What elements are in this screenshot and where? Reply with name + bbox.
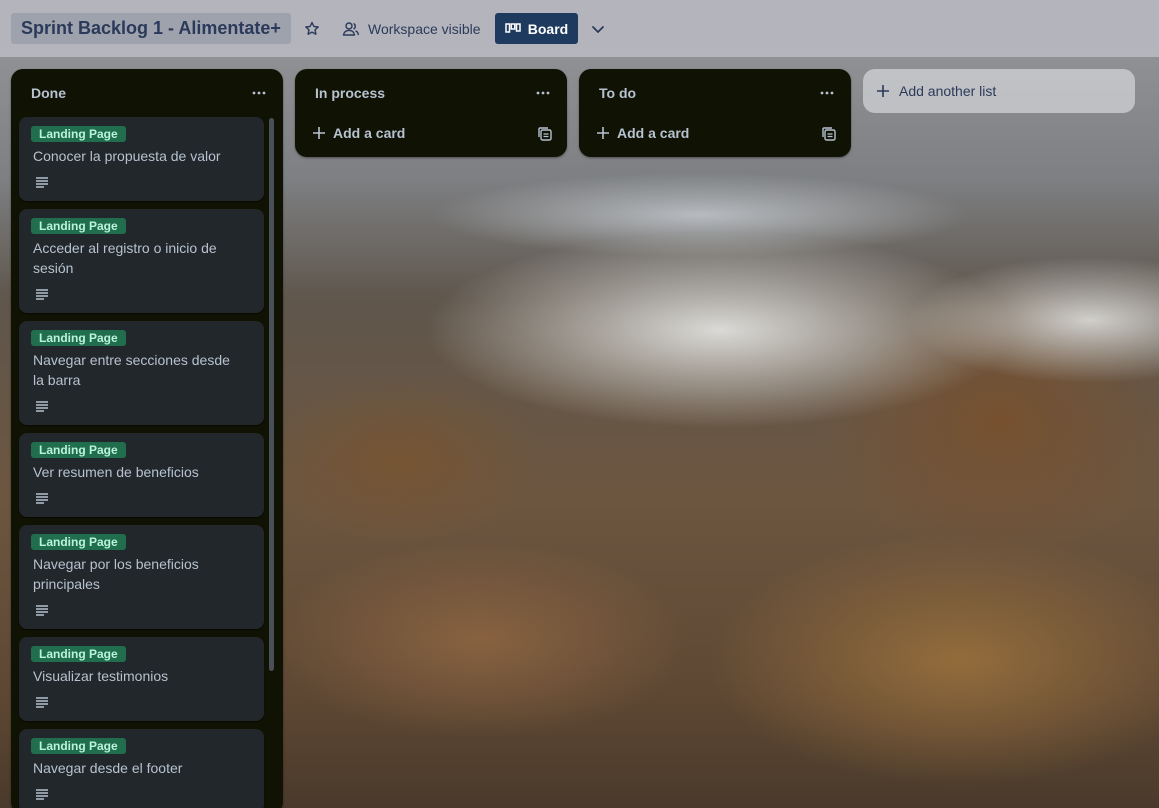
- add-card-label: Add a card: [617, 125, 690, 141]
- card[interactable]: Landing Page Visualizar testimonios: [19, 637, 264, 721]
- description-icon: [36, 289, 48, 300]
- description-icon: [36, 789, 48, 800]
- card-label[interactable]: Landing Page: [31, 442, 126, 458]
- card-title: Navegar por los beneficios principales: [33, 556, 199, 592]
- list-done: Done Landing Page Conocer la propuesta d…: [11, 69, 283, 808]
- card-label[interactable]: Landing Page: [31, 534, 126, 550]
- chevron-down-icon: [592, 26, 604, 33]
- add-card-label: Add a card: [333, 125, 406, 141]
- list-menu-button[interactable]: [817, 83, 837, 103]
- more-horizontal-icon: [536, 91, 550, 95]
- plus-icon: [597, 127, 609, 139]
- add-list-label: Add another list: [899, 83, 997, 99]
- visibility-button[interactable]: Workspace visible: [336, 14, 487, 44]
- card[interactable]: Landing Page Conocer la propuesta de val…: [19, 117, 264, 201]
- card[interactable]: Landing Page Navegar entre secciones des…: [19, 321, 264, 425]
- more-horizontal-icon: [252, 91, 266, 95]
- list-title[interactable]: Done: [31, 85, 66, 101]
- add-card-button[interactable]: Add a card: [303, 119, 559, 147]
- description-icon: [36, 177, 48, 188]
- card-label[interactable]: Landing Page: [31, 126, 126, 142]
- list-header[interactable]: Done: [11, 69, 283, 117]
- list-title[interactable]: To do: [599, 85, 636, 101]
- board-view-label: Board: [527, 20, 569, 37]
- star-icon: [305, 21, 319, 35]
- card-title: Ver resumen de beneficios: [33, 464, 199, 480]
- description-icon: [36, 493, 48, 504]
- board-title[interactable]: Sprint Backlog 1 - Alimentate+: [11, 13, 291, 44]
- card-template-icon[interactable]: [821, 126, 837, 142]
- card-title: Conocer la propuesta de valor: [33, 148, 221, 164]
- card-title: Navegar entre secciones desde la barra: [33, 352, 230, 388]
- list-in-process: In process Add a card: [295, 69, 567, 157]
- card[interactable]: Landing Page Navegar desde el footer: [19, 729, 264, 808]
- list-menu-button[interactable]: [249, 83, 269, 103]
- card[interactable]: Landing Page Acceder al registro o inici…: [19, 209, 264, 313]
- board-icon: [505, 22, 521, 33]
- list-to-do: To do Add a card: [579, 69, 851, 157]
- card-label[interactable]: Landing Page: [31, 330, 126, 346]
- plus-icon: [877, 85, 889, 97]
- card-title: Acceder al registro o inicio de sesión: [33, 240, 217, 276]
- card-label[interactable]: Landing Page: [31, 738, 126, 754]
- list-scrollbar[interactable]: [269, 118, 274, 671]
- list-header[interactable]: To do: [579, 69, 851, 117]
- description-icon: [36, 401, 48, 412]
- star-button[interactable]: [300, 17, 324, 41]
- board-header: Sprint Backlog 1 - Alimentate+ Workspace…: [0, 0, 1159, 57]
- add-card-button[interactable]: Add a card: [587, 119, 843, 147]
- card[interactable]: Landing Page Ver resumen de beneficios: [19, 433, 264, 517]
- list-header[interactable]: In process: [295, 69, 567, 117]
- card-title: Navegar desde el footer: [33, 760, 183, 776]
- visibility-label: Workspace visible: [368, 21, 481, 37]
- description-icon: [36, 697, 48, 708]
- card-label[interactable]: Landing Page: [31, 218, 126, 234]
- people-icon: [342, 22, 360, 36]
- list-menu-button[interactable]: [533, 83, 553, 103]
- board-view-button[interactable]: Board: [495, 13, 578, 44]
- description-icon: [36, 605, 48, 616]
- view-switcher-button[interactable]: [586, 17, 610, 41]
- list-title[interactable]: In process: [315, 85, 385, 101]
- add-list-button[interactable]: Add another list: [863, 69, 1135, 113]
- card[interactable]: Landing Page Navegar por los beneficios …: [19, 525, 264, 629]
- more-horizontal-icon: [820, 91, 834, 95]
- plus-icon: [313, 127, 325, 139]
- card-title: Visualizar testimonios: [33, 668, 169, 684]
- card-label[interactable]: Landing Page: [31, 646, 126, 662]
- card-template-icon[interactable]: [537, 126, 553, 142]
